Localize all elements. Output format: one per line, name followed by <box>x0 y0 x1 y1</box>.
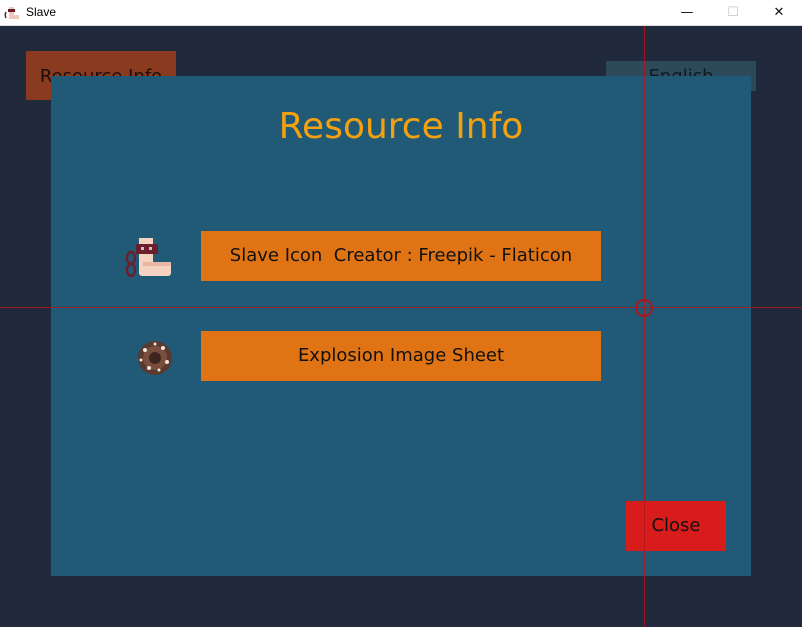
resource-info-dialog: Resource Info Slave Icon Creator : Freep… <box>51 76 751 576</box>
shackled-foot-icon <box>125 238 171 278</box>
slave-icon-credit-button[interactable]: Slave Icon Creator : Freepik - Flaticon <box>201 231 601 281</box>
crosshair-ring-icon <box>635 299 653 317</box>
maximize-button[interactable]: ☐ <box>710 0 756 26</box>
crosshair-vertical-line <box>644 26 645 627</box>
minimize-button[interactable]: — <box>664 0 710 26</box>
explosion-sheet-credit-button[interactable]: Explosion Image Sheet <box>201 331 601 381</box>
shackled-foot-icon <box>4 7 19 19</box>
title-bar: Slave — ☐ ✕ <box>0 0 802 26</box>
close-dialog-button[interactable]: Close <box>626 501 726 551</box>
dialog-title: Resource Info <box>278 106 524 147</box>
crosshair-horizontal-line <box>0 307 802 308</box>
explosion-icon <box>138 341 172 375</box>
window-title: Slave <box>26 5 57 19</box>
close-window-button[interactable]: ✕ <box>756 0 802 26</box>
app-window: Slave — ☐ ✕ Resource Info English Resour… <box>0 0 802 627</box>
